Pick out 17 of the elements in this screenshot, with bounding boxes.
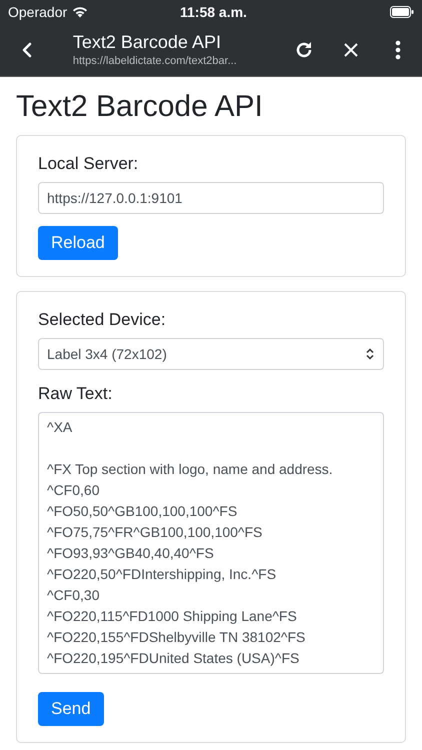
- device-select[interactable]: Label 3x4 (72x102): [38, 338, 384, 370]
- battery-icon: [390, 6, 414, 18]
- server-field[interactable]: https://127.0.0.1:9101: [38, 182, 384, 214]
- page-heading: Text2 Barcode API: [16, 89, 264, 125]
- wifi-icon: [72, 6, 88, 18]
- send-button[interactable]: Send: [38, 692, 104, 726]
- carrier-label: Operador: [8, 2, 68, 22]
- server-label: Local Server:: [38, 154, 140, 174]
- raw-text-field[interactable]: ^XA ^FX Top section with logo, name and address. ^CF0,60 ^FO50,50^GB100,100,100^FS ^FO75,75^FR^GB100,100,100^FS ^FO93,93^GB40,40,40^FS ^FO220,50^FDIntershipping, Inc.^FS ^CF0,30 ^FO220,115^FD1000 Shipping Lane^FS ^FO220,155^FDShelbyville TN 38102^FS ^FO220,195^FDUnited States (USA)^FS: [38, 412, 384, 674]
- device-label: Selected Device:: [38, 310, 167, 330]
- page-title: Text2 Barcode API: [72, 30, 222, 53]
- reload-button[interactable]: Reload: [38, 226, 118, 260]
- url-text: https://labeldictate.com/text2bar...: [72, 54, 238, 69]
- back-icon: [22, 42, 32, 58]
- raw-text-label: Raw Text:: [38, 384, 114, 404]
- clock-label: 11:58 a.m.: [180, 2, 247, 22]
- chevron-icon: [365, 348, 375, 360]
